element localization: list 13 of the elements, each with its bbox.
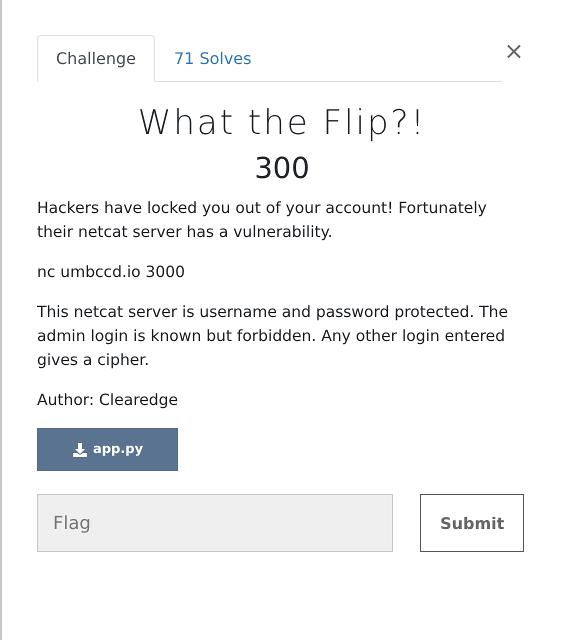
tab[interactable]: Challenge [37,35,155,82]
challenge-points: 300 [253,150,311,186]
description-text: nc umbccd.io 3000 [37,262,186,283]
challenge-title: What the Flip?! [136,102,428,144]
description-text: Hackers have locked you out of your account! Fortunately their netcat server has a vulnerability. [37,198,488,243]
description-text: Author: Clearedge [37,390,180,411]
description-text: This netcat server is username and password protected. The admin login is known but forbidden. Any other login entered gives a cipher. [37,302,510,371]
submit-button[interactable]: Submit [420,494,524,552]
download-icon [72,442,88,458]
tab[interactable]: 71 Solves [155,35,270,82]
download-button[interactable]: app.py [37,428,178,471]
flag-input[interactable]: Flag [37,494,394,552]
close-button[interactable]: × [504,39,524,63]
